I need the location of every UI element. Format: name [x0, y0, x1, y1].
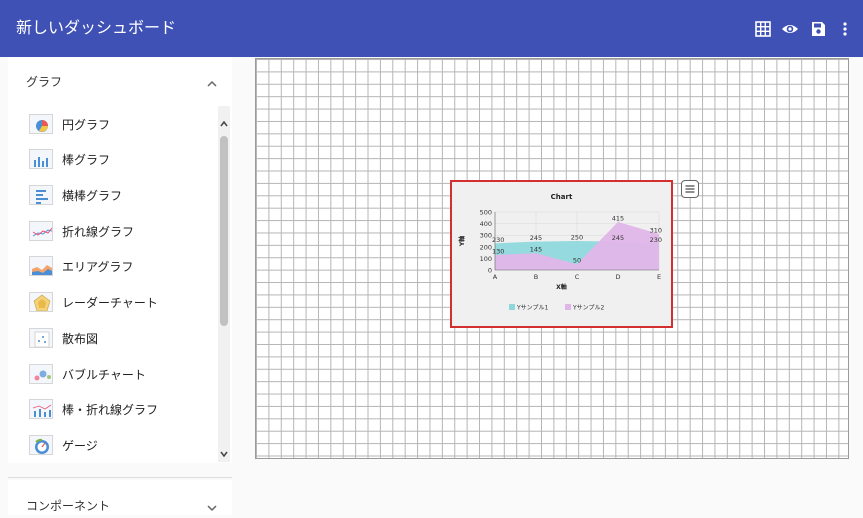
sidebar-item-horizontal-bar-chart[interactable]: 横棒グラフ — [29, 183, 209, 207]
gauge-icon — [29, 435, 53, 455]
y-tick-label: 100 — [480, 255, 492, 263]
line-chart-icon — [29, 221, 53, 241]
data-label: 250 — [571, 234, 583, 242]
scroll-thumb[interactable] — [220, 136, 228, 326]
data-label: 230 — [492, 236, 504, 244]
sidebar-item-radar-chart[interactable]: レーダーチャート — [29, 290, 209, 314]
x-tick-label: D — [615, 273, 620, 281]
sidebar-item-label: ゲージ — [62, 439, 98, 453]
x-tick-label: A — [493, 273, 498, 281]
dashboard-title: 新しいダッシュボード — [16, 18, 177, 37]
y-tick-label: 0 — [488, 267, 492, 275]
sidebar-item-label: レーダーチャート — [62, 296, 158, 310]
y-tick-label: 200 — [480, 243, 492, 251]
section-divider — [8, 477, 232, 478]
sidebar-item-area-chart[interactable]: エリアグラフ — [29, 254, 209, 278]
y-tick-label: 500 — [480, 209, 492, 217]
menu-icon — [685, 185, 695, 193]
sidebar-item-label: 棒グラフ — [62, 153, 111, 167]
area-chart-icon — [29, 256, 53, 276]
x-tick-label: C — [575, 273, 580, 281]
sidebar-item-label: 折れ線グラフ — [62, 225, 135, 239]
graph-list-scrollbar[interactable] — [218, 106, 230, 462]
legend-label: Yサンプル1 — [516, 305, 548, 312]
chart-title: Chart — [551, 193, 573, 201]
legend-swatch — [509, 304, 515, 310]
sidebar-item-label: 円グラフ — [62, 118, 111, 132]
y-axis-title: Y軸 — [458, 236, 466, 247]
data-label: 145 — [530, 246, 542, 254]
chevron-up-icon — [206, 75, 218, 87]
sidebar-item-line-chart[interactable]: 折れ線グラフ — [29, 219, 209, 243]
sidebar-item-scatter-chart[interactable]: 散布図 — [29, 326, 209, 350]
y-tick-label: 300 — [480, 232, 492, 240]
sidebar-item-gauge[interactable]: ゲージ — [29, 433, 209, 457]
component-section-label: コンポーネント — [26, 499, 111, 513]
sidebar-item-label: 棒・折れ線グラフ — [62, 403, 159, 417]
bar-chart-icon — [29, 149, 53, 169]
scatter-chart-icon — [29, 328, 53, 348]
graph-section-header[interactable]: グラフ — [8, 57, 232, 105]
chevron-down-icon[interactable] — [219, 444, 229, 458]
chevron-up-icon[interactable] — [219, 114, 229, 127]
save-icon[interactable] — [809, 20, 827, 38]
x-tick-label: E — [657, 273, 661, 281]
data-label: 50 — [573, 257, 581, 265]
data-label: 230 — [650, 236, 662, 244]
bubble-chart-icon — [29, 364, 53, 384]
y-tick-label: 400 — [480, 220, 492, 228]
data-label: 245 — [530, 234, 542, 242]
legend-label: Yサンプル2 — [572, 305, 604, 312]
sidebar-item-pie-chart[interactable]: 円グラフ — [29, 112, 209, 136]
more-vert-icon[interactable] — [836, 20, 854, 38]
eye-icon[interactable] — [781, 20, 799, 38]
data-label: 310 — [650, 227, 662, 235]
sidebar-item-label: 散布図 — [62, 332, 99, 346]
widget-menu-button[interactable] — [681, 180, 699, 198]
sidebar-item-label: 横棒グラフ — [62, 189, 123, 203]
sidebar-item-label: エリアグラフ — [62, 260, 134, 274]
x-tick-label: B — [534, 273, 538, 281]
sidebar-item-bar-line-chart[interactable]: 棒・折れ線グラフ — [29, 397, 209, 421]
radar-chart-icon — [29, 292, 53, 312]
grid-icon[interactable] — [754, 20, 772, 38]
component-section-header[interactable]: コンポーネント — [8, 480, 232, 515]
data-label: 245 — [612, 234, 624, 242]
x-axis-title: X軸 — [556, 283, 567, 291]
sidebar-item-bar-chart[interactable]: 棒グラフ — [29, 147, 209, 171]
graph-section-label: グラフ — [26, 75, 63, 89]
legend-swatch — [565, 304, 571, 310]
pie-chart-icon — [29, 114, 53, 134]
bar-line-chart-icon — [29, 399, 53, 419]
data-label: 130 — [492, 247, 504, 255]
chevron-down-icon — [206, 499, 218, 512]
data-label: 415 — [612, 214, 624, 222]
area-chart: Chart 0 100 200 300 400 500 A B C D E X軸 Y軸 230 245 250 2… — [458, 193, 662, 312]
chart-widget[interactable]: Chart 0 100 200 300 400 500 A B C D E X軸 Y軸 230 245 250 2… — [450, 180, 673, 328]
sidebar-item-label: バブルチャート — [62, 368, 146, 382]
app-header: 新しいダッシュボード — [0, 0, 863, 57]
horizontal-bar-chart-icon — [29, 185, 53, 205]
sidebar-item-bubble-chart[interactable]: バブルチャート — [29, 362, 209, 386]
